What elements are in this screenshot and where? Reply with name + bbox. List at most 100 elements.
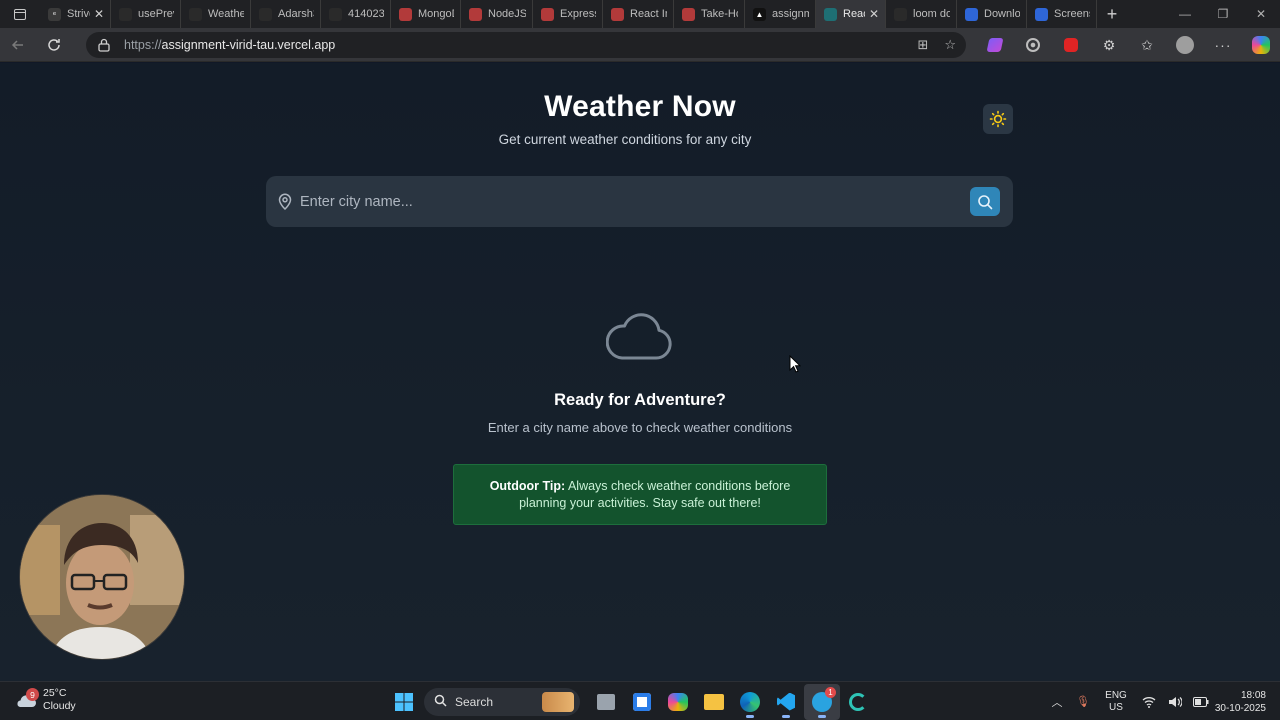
extensions-button[interactable]: ⚙: [1090, 28, 1128, 62]
tab-actions-icon: [14, 8, 26, 20]
volume-icon[interactable]: [1162, 682, 1188, 720]
tab-favicon-icon: [399, 7, 412, 21]
tab-title: Screensh: [1054, 8, 1090, 20]
tab-favicon-icon: [469, 7, 482, 21]
weather-app: Weather Now Get current weather conditio…: [0, 63, 1280, 681]
browser-tab[interactable]: 4140237: [321, 0, 391, 28]
close-tab-icon[interactable]: ✕: [94, 7, 104, 21]
address-bar[interactable]: https://assignment-virid-tau.vercel.app …: [86, 32, 966, 58]
browser-tab[interactable]: Express.: [533, 0, 603, 28]
browser-tab[interactable]: loom do: [886, 0, 957, 28]
lock-icon: [98, 38, 112, 52]
extension-purple-icon: [986, 38, 1004, 52]
mouse-cursor-icon: [789, 354, 802, 378]
extension-purple[interactable]: [976, 28, 1014, 62]
close-window-button[interactable]: ✕: [1242, 0, 1280, 28]
copilot-taskbar-button[interactable]: [660, 684, 696, 720]
tab-title: Express.: [560, 8, 596, 20]
wifi-icon[interactable]: [1136, 682, 1162, 720]
weather-widget[interactable]: 9 25°C Cloudy: [14, 687, 76, 713]
tab-favicon-icon: [965, 7, 978, 21]
empty-state-subtitle: Enter a city name above to check weather…: [487, 420, 793, 435]
favorites-button[interactable]: ✩: [1128, 28, 1166, 62]
system-tray: ︿ 🎙 ENG US 18:08 30-10-2025: [1044, 682, 1280, 720]
profile-button[interactable]: [1166, 28, 1204, 62]
map-pin-icon: [278, 193, 292, 215]
theme-toggle-button[interactable]: [983, 104, 1013, 134]
microphone-icon[interactable]: 🎙: [1070, 682, 1096, 720]
telegram-button[interactable]: 1: [804, 683, 840, 720]
extension-red[interactable]: [1052, 28, 1090, 62]
new-tab-button[interactable]: +: [1097, 4, 1127, 25]
browser-tab[interactable]: Adarsh3: [251, 0, 321, 28]
record-icon: [1064, 38, 1078, 52]
browser-tab[interactable]: Weather: [181, 0, 251, 28]
cloud-icon: [605, 306, 674, 367]
browser-tab-strip: ᵉ Strive ✕ usePrevi Weather Adarsh3 4140237 Mon…: [0, 0, 1280, 28]
tab-title: Reac: [843, 8, 865, 20]
show-hidden-icons-chevron-icon[interactable]: ︿: [1044, 682, 1070, 720]
favorite-star-icon[interactable]: ☆: [944, 37, 956, 53]
vscode-icon: [777, 692, 795, 711]
tab-title: usePrevi: [138, 8, 174, 20]
tab-favicon-icon: ▲: [753, 7, 766, 21]
reload-button[interactable]: [36, 28, 72, 62]
task-view-button[interactable]: [588, 684, 624, 720]
tab-actions-menu-button[interactable]: [0, 0, 40, 28]
browser-tab[interactable]: Downloa: [957, 0, 1027, 28]
browser-tab[interactable]: MongoD: [391, 0, 461, 28]
minimize-button[interactable]: —: [1166, 0, 1204, 28]
clock[interactable]: 18:08 30-10-2025: [1214, 689, 1280, 715]
url-host: assignment-virid-tau.vercel.app: [161, 38, 336, 52]
copilot-taskbar-icon: [668, 692, 688, 711]
vscode-button[interactable]: [768, 684, 804, 720]
start-button[interactable]: [386, 684, 422, 720]
taskbar-search-icon: [434, 694, 447, 710]
app-c-button[interactable]: [840, 684, 876, 720]
tab-favicon-icon: [329, 7, 342, 21]
app-c-icon: [849, 692, 867, 711]
browser-tab[interactable]: React Int: [603, 0, 674, 28]
empty-state-title: Ready for Adventure?: [554, 391, 726, 409]
outdoor-tip-box: Outdoor Tip: Always check weather condit…: [453, 464, 827, 525]
tab-favicon-icon: ᵉ: [48, 7, 61, 21]
language-indicator[interactable]: ENG US: [1096, 690, 1136, 714]
taskbar-apps: Search 1: [386, 682, 876, 720]
browser-tab[interactable]: Screensh: [1027, 0, 1097, 28]
clock-time: 18:08: [1240, 689, 1266, 701]
city-search-input[interactable]: [300, 188, 960, 216]
browser-tab[interactable]: ▲ assignme: [745, 0, 816, 28]
url-scheme: https://: [124, 38, 162, 52]
file-explorer-button[interactable]: [696, 684, 732, 720]
browser-tab[interactable]: Reac ✕: [816, 0, 886, 28]
maximize-button[interactable]: ❐: [1204, 0, 1242, 28]
outdoor-tip-text: Outdoor Tip: Always check weather condit…: [472, 478, 808, 512]
browser-tab[interactable]: usePrevi: [111, 0, 181, 28]
battery-icon[interactable]: [1188, 682, 1214, 720]
outdoor-tip-label: Outdoor Tip:: [489, 478, 566, 493]
browser-tab[interactable]: NodeJS I: [461, 0, 533, 28]
taskbar-search-box[interactable]: Search: [424, 687, 580, 716]
region-code: US: [1109, 701, 1123, 713]
windows-taskbar: 9 25°C Cloudy Search 1 ︿ 🎙 ENG US 18:08 …: [0, 681, 1280, 720]
copilot-button[interactable]: [1242, 28, 1280, 62]
extension-target[interactable]: [1014, 28, 1052, 62]
search-button[interactable]: [970, 187, 1000, 216]
edge-button[interactable]: [732, 684, 768, 720]
copilot-icon: [1252, 36, 1270, 54]
browser-tab[interactable]: ᵉ Strive ✕: [40, 0, 111, 28]
close-tab-icon[interactable]: ✕: [869, 7, 879, 21]
back-arrow-icon: [11, 39, 23, 50]
tab-favicon-icon: [119, 7, 132, 21]
reload-icon: [48, 38, 60, 51]
tab-favicon-icon: [682, 7, 695, 21]
more-menu-button[interactable]: ···: [1204, 28, 1242, 62]
windows-logo-icon: [395, 692, 413, 711]
store-button[interactable]: [624, 684, 660, 720]
webcam-person-image: [20, 495, 184, 659]
search-icon: [978, 194, 993, 209]
back-button[interactable]: [0, 28, 36, 62]
split-screen-icon[interactable]: ⊞: [917, 37, 928, 53]
tab-favicon-icon: [189, 7, 202, 21]
browser-tab[interactable]: Take-Ho: [674, 0, 745, 28]
